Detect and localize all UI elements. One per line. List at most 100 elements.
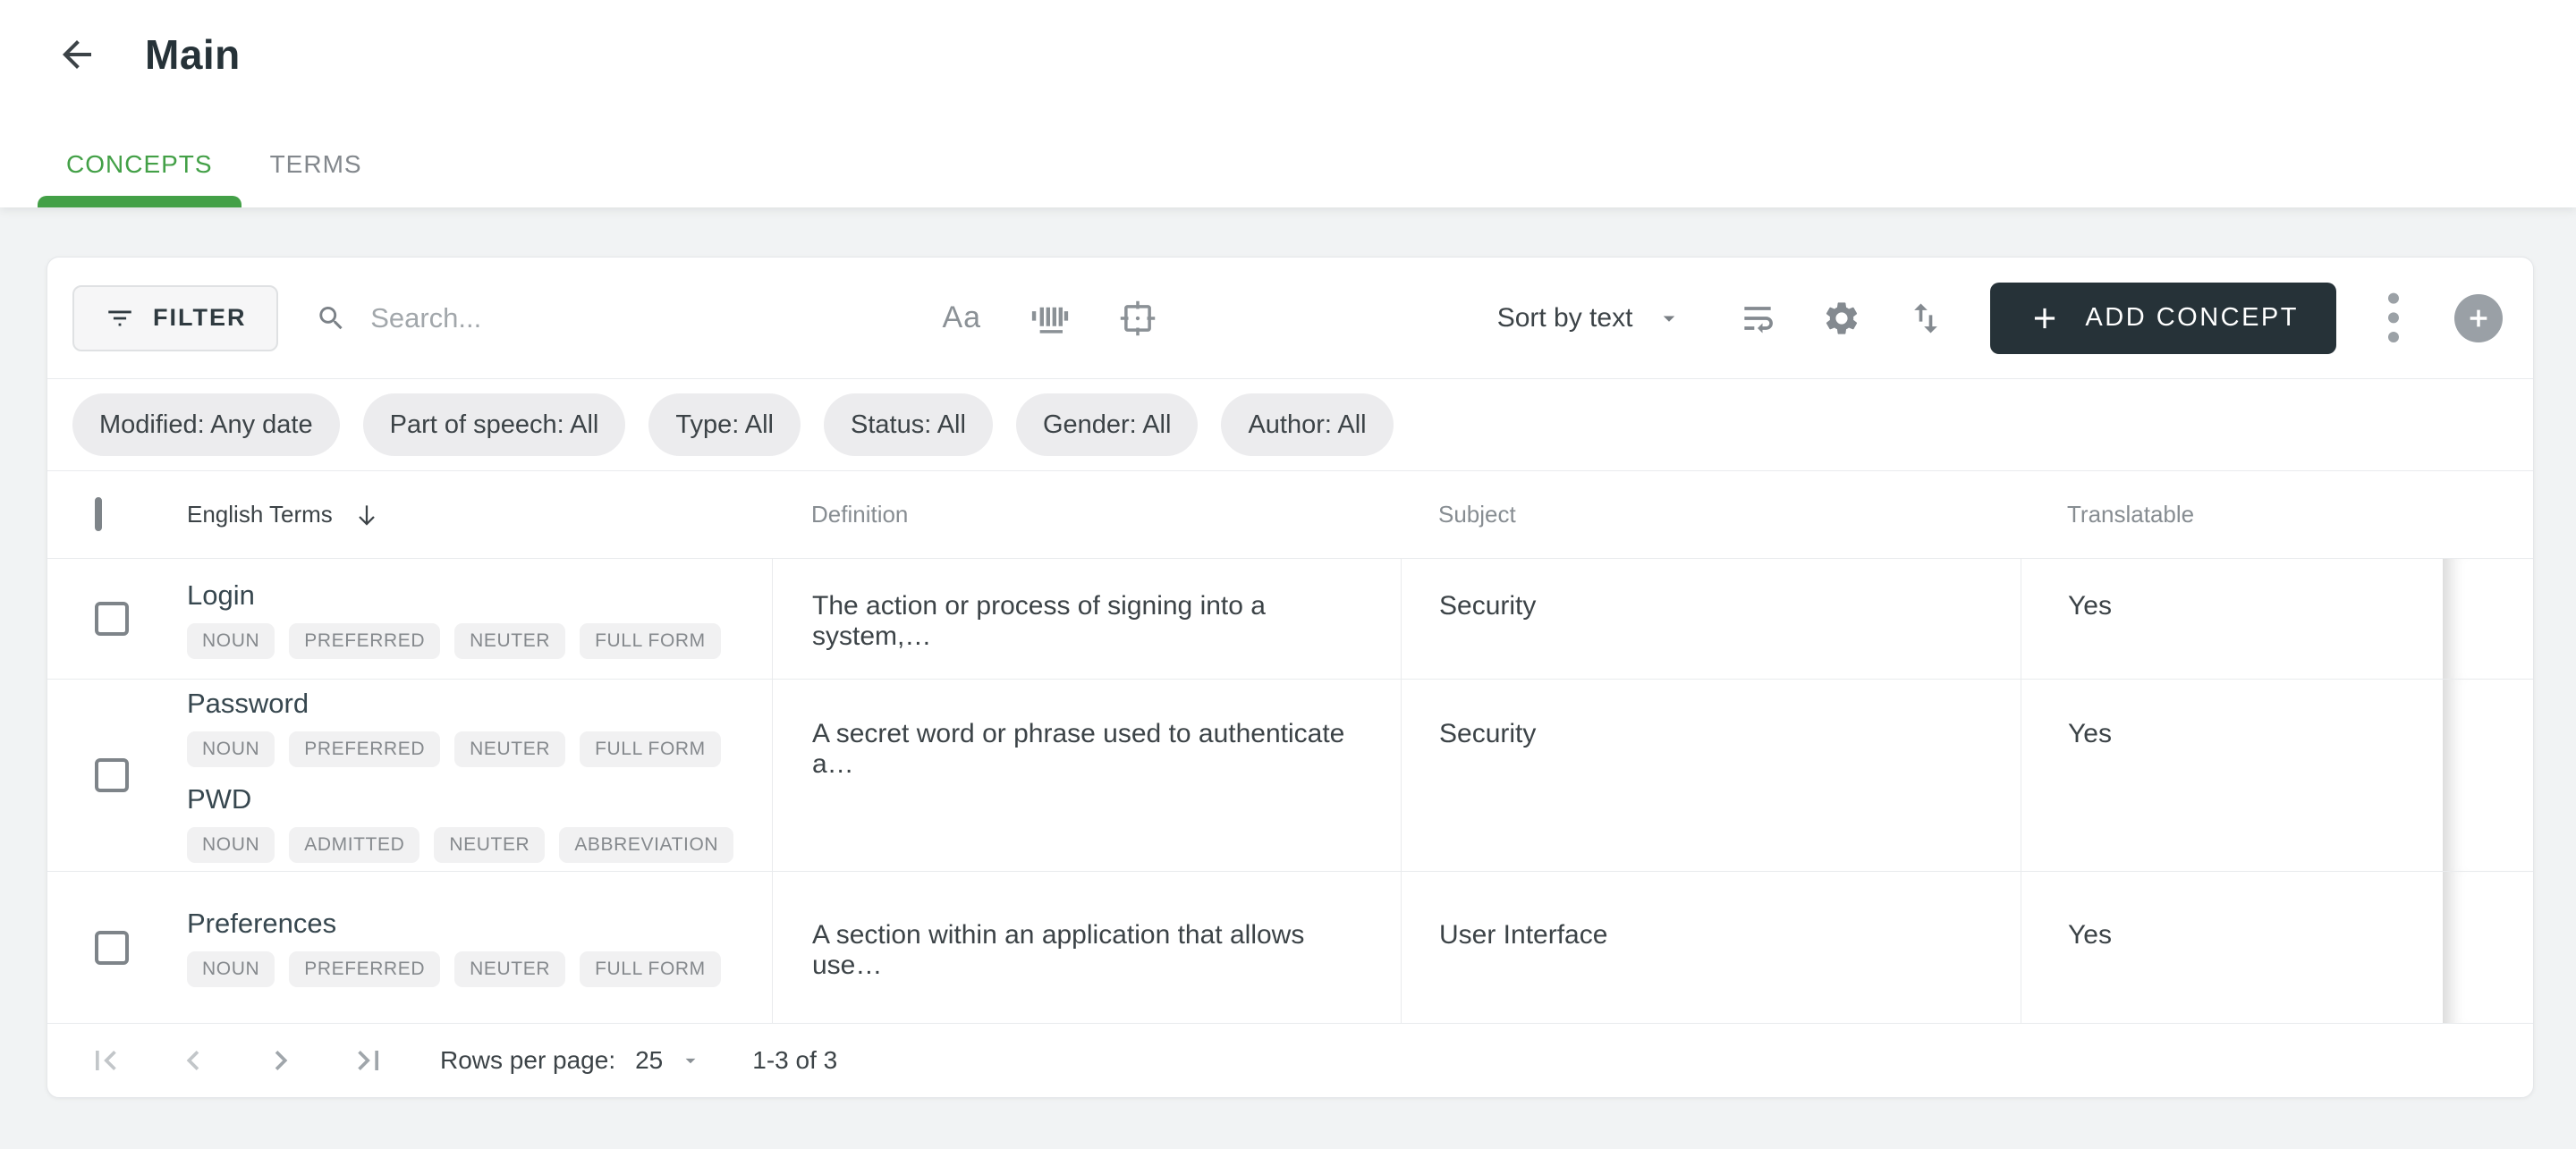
tag-gender: NEUTER — [454, 951, 566, 987]
select-all-cell — [47, 497, 180, 531]
column-header-subject[interactable]: Subject — [1401, 501, 2021, 528]
translatable-cell: Yes — [2021, 872, 2443, 1023]
previous-page-icon[interactable] — [174, 1041, 213, 1080]
column-header-definition[interactable]: Definition — [772, 501, 1401, 528]
quick-add-button[interactable] — [2454, 293, 2503, 342]
app-header: Main CONCEPTS TERMS — [0, 0, 2576, 207]
row-checkbox[interactable] — [95, 930, 129, 965]
term-block: Login NOUN PREFERRED NEUTER FULL FORM — [187, 579, 772, 659]
tag-status: PREFERRED — [289, 622, 441, 659]
term-block: Preferences NOUN PREFERRED NEUTER FULL F… — [187, 908, 772, 987]
toolbar: FILTER Aa — [47, 258, 2533, 378]
term-name: PWD — [187, 783, 252, 815]
wrap-text-icon[interactable] — [1738, 299, 1777, 338]
tab-concepts[interactable]: CONCEPTS — [38, 122, 242, 207]
tag-type: ABBREVIATION — [559, 827, 734, 863]
toolbar-right: Sort by text ADD CONCEPT — [1497, 282, 2503, 354]
translatable-cell: Yes — [2021, 559, 2443, 679]
tag-type: FULL FORM — [580, 731, 721, 767]
term-block: Password NOUN PREFERRED NEUTER FULL FORM — [187, 688, 772, 767]
filter-button[interactable]: FILTER — [72, 284, 279, 351]
concepts-card: FILTER Aa — [47, 257, 2534, 1098]
sort-label: Sort by text — [1496, 302, 1633, 333]
tab-terms[interactable]: TERMS — [242, 122, 391, 207]
row-select-cell — [47, 872, 180, 1023]
column-header-english-terms[interactable]: English Terms — [180, 501, 772, 529]
search-match-options: Aa — [942, 300, 1157, 337]
filter-chip-part-of-speech[interactable]: Part of speech: All — [362, 393, 626, 456]
tab-terms-label: TERMS — [269, 150, 362, 178]
tag-gender: NEUTER — [434, 827, 546, 863]
tab-concepts-label: CONCEPTS — [66, 150, 213, 178]
select-all-checkbox[interactable] — [95, 497, 102, 531]
subject-cell: Security — [1401, 680, 2021, 871]
match-case-icon[interactable]: Aa — [942, 300, 981, 335]
plus-icon — [2470, 309, 2487, 326]
tag-type: FULL FORM — [580, 622, 721, 659]
tag-pos: NOUN — [187, 827, 275, 863]
column-header-translatable[interactable]: Translatable — [2021, 501, 2443, 528]
sort-descending-icon — [359, 504, 375, 526]
table-row[interactable]: Password NOUN PREFERRED NEUTER FULL FORM… — [47, 679, 2533, 871]
back-icon[interactable] — [55, 33, 98, 76]
tag-gender: NEUTER — [454, 731, 566, 767]
definition-cell: The action or process of signing into a … — [772, 559, 1401, 679]
pagination-range: 1-3 of 3 — [752, 1046, 838, 1074]
definition-cell: A secret word or phrase used to authenti… — [772, 680, 1401, 871]
terms-cell: Login NOUN PREFERRED NEUTER FULL FORM — [180, 559, 772, 679]
pagination-controls — [86, 1041, 388, 1080]
terms-cell: Password NOUN PREFERRED NEUTER FULL FORM… — [180, 680, 772, 871]
filter-chip-modified[interactable]: Modified: Any date — [72, 393, 340, 456]
filter-chip-author[interactable]: Author: All — [1221, 393, 1394, 456]
page-title: Main — [145, 31, 241, 78]
term-tags: NOUN ADMITTED NEUTER ABBREVIATION — [187, 827, 772, 863]
tag-gender: NEUTER — [454, 622, 566, 659]
filter-chip-status[interactable]: Status: All — [823, 393, 993, 456]
subject-cell: User Interface — [1401, 872, 2021, 1023]
tag-pos: NOUN — [187, 951, 275, 987]
filter-chips-row: Modified: Any date Part of speech: All T… — [47, 378, 2533, 471]
table-footer: Rows per page: 25 1-3 of 3 — [47, 1023, 2533, 1097]
tag-status: PREFERRED — [289, 731, 441, 767]
tag-status: PREFERRED — [289, 951, 441, 987]
sort-order-icon[interactable] — [1906, 299, 1945, 338]
add-concept-button[interactable]: ADD CONCEPT — [1990, 282, 2336, 354]
rows-per-page-label: Rows per page: — [440, 1046, 616, 1074]
search-icon — [319, 306, 343, 329]
search-input[interactable] — [370, 301, 943, 334]
view-tools — [1738, 299, 1945, 338]
row-select-cell — [47, 680, 180, 871]
definition-cell: A section within an application that all… — [772, 872, 1401, 1023]
term-tags: NOUN PREFERRED NEUTER FULL FORM — [187, 731, 772, 767]
pinned-column-spacer — [2443, 872, 2533, 1023]
page-body: FILTER Aa — [0, 207, 2576, 1098]
tag-status: ADMITTED — [289, 827, 420, 863]
sort-dropdown[interactable]: Sort by text — [1497, 303, 1683, 334]
plus-icon — [2035, 308, 2055, 328]
rows-per-page-select[interactable]: 25 — [635, 1046, 702, 1075]
filter-button-label: FILTER — [153, 304, 247, 331]
row-checkbox[interactable] — [95, 602, 129, 636]
filter-chip-type[interactable]: Type: All — [648, 393, 801, 456]
row-checkbox[interactable] — [95, 758, 129, 792]
last-page-icon[interactable] — [349, 1041, 388, 1080]
more-options-icon[interactable] — [2376, 292, 2411, 343]
gear-icon[interactable] — [1822, 299, 1861, 338]
pinned-column-spacer — [2443, 680, 2533, 871]
tag-type: FULL FORM — [580, 951, 721, 987]
chevron-down-icon — [1664, 316, 1675, 322]
tag-pos: NOUN — [187, 622, 275, 659]
term-tags: NOUN PREFERRED NEUTER FULL FORM — [187, 951, 772, 987]
first-page-icon[interactable] — [86, 1041, 125, 1080]
terms-cell: Preferences NOUN PREFERRED NEUTER FULL F… — [180, 872, 772, 1023]
table-row[interactable]: Login NOUN PREFERRED NEUTER FULL FORM Th… — [47, 558, 2533, 679]
column-header-label: English Terms — [187, 501, 333, 528]
exact-match-icon[interactable] — [1119, 300, 1157, 337]
table-row[interactable]: Preferences NOUN PREFERRED NEUTER FULL F… — [47, 871, 2533, 1023]
subject-cell: Security — [1401, 559, 2021, 679]
whole-word-icon[interactable] — [1031, 300, 1069, 337]
term-block: PWD NOUN ADMITTED NEUTER ABBREVIATION — [187, 783, 772, 863]
next-page-icon[interactable] — [261, 1041, 301, 1080]
filter-chip-gender[interactable]: Gender: All — [1015, 393, 1199, 456]
add-concept-label: ADD CONCEPT — [2085, 303, 2299, 332]
